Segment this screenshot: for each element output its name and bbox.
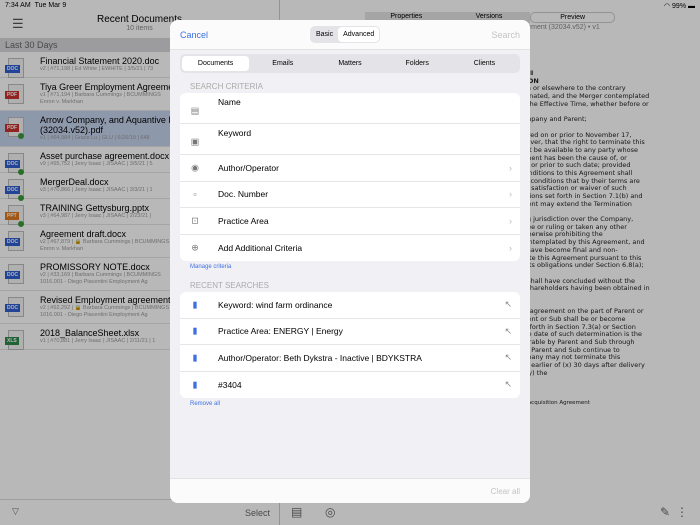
criteria-label: Doc. Number [218,189,268,199]
search-button[interactable]: Search [491,30,520,40]
arrow-up-left-icon[interactable]: ↖ [504,352,512,363]
plus-circle-icon: ⊕ [189,242,201,253]
practice-area-icon: ⊡ [189,215,201,226]
keyword-icon: ▣ [189,137,201,148]
search-mode-toggle: Basic Advanced [310,26,380,43]
document-icon: ▮ [189,352,201,363]
document-icon: ▮ [189,326,201,337]
advanced-search-dialog: Cancel Basic Advanced Search Documents E… [170,20,530,503]
arrow-up-left-icon[interactable]: ↖ [504,379,512,390]
tab-emails[interactable]: Emails [249,56,316,71]
recent-search-item[interactable]: ▮ Practice Area: ENERGY | Energy ↖ [180,319,520,346]
battery-level: 99% [672,3,686,10]
add-criteria-button[interactable]: ⊕ Add Additional Criteria › [180,235,520,262]
chevron-right-icon: › [509,243,512,253]
wifi-icon: ◠ [664,3,670,10]
manage-criteria-link[interactable]: Manage criteria [170,261,530,276]
criteria-label: Keyword [218,128,251,138]
arrow-up-left-icon[interactable]: ↖ [504,299,512,310]
criteria-label: Author/Operator [218,163,279,173]
tab-clients[interactable]: Clients [451,56,518,71]
cancel-button[interactable]: Cancel [180,30,208,40]
recent-search-label: Author/Operator: Beth Dykstra - Inactive… [218,353,422,363]
criteria-practice-area[interactable]: ⊡ Practice Area › [180,208,520,235]
clock: 7:34 AM [5,2,31,9]
chevron-right-icon: › [509,163,512,173]
name-field[interactable]: ▤ Name [180,93,520,124]
tab-matters[interactable]: Matters [316,56,383,71]
battery-icon: ▬ [688,3,695,10]
date: Tue Mar 9 [35,2,67,9]
recent-search-item[interactable]: ▮ Keyword: wind farm ordinance ↖ [180,292,520,319]
recent-search-label: #3404 [218,380,242,390]
recent-search-item[interactable]: ▮ #3404 ↖ [180,372,520,399]
recent-search-label: Practice Area: ENERGY | Energy [218,326,343,336]
criteria-label: Practice Area [218,216,269,226]
search-criteria-header: SEARCH CRITERIA [170,77,530,93]
dialog-footer: Clear all [170,478,530,503]
chevron-right-icon: › [509,189,512,199]
document-icon: ▮ [189,299,201,310]
arrow-up-left-icon[interactable]: ↖ [504,326,512,337]
document-icon: ▮ [189,379,201,390]
criteria-label: Name [218,97,241,107]
recent-searches-list: ▮ Keyword: wind farm ordinance ↖ ▮ Practice … [180,292,520,398]
mode-basic[interactable]: Basic [311,27,338,42]
status-bar: 7:34 AM Tue Mar 9 ◠ 99% ▬ [0,0,700,12]
tab-folders[interactable]: Folders [384,56,451,71]
mode-advanced[interactable]: Advanced [338,27,379,42]
document-icon: ▤ [189,106,201,117]
recent-search-label: Keyword: wind farm ordinance [218,300,332,310]
criteria-label: Add Additional Criteria [218,243,302,253]
person-icon: ◉ [189,162,201,173]
remove-all-link[interactable]: Remove all [170,398,530,413]
tab-documents[interactable]: Documents [182,56,249,71]
recent-search-item[interactable]: ▮ Author/Operator: Beth Dykstra - Inactiv… [180,345,520,372]
clear-all-button[interactable]: Clear all [491,487,520,496]
recent-searches-header: RECENT SEARCHES [170,276,530,292]
doc-number-icon: ▫ [189,189,201,199]
dialog-header: Cancel Basic Advanced Search [170,20,530,50]
search-scope-tabs: Documents Emails Matters Folders Clients [180,54,520,73]
criteria-author-operator[interactable]: ◉ Author/Operator › [180,155,520,182]
criteria-list: ▤ Name ▣ Keyword ◉ Author/Operator › ▫ Doc. N… [180,93,520,261]
keyword-field[interactable]: ▣ Keyword [180,124,520,155]
criteria-doc-number[interactable]: ▫ Doc. Number › [180,182,520,209]
chevron-right-icon: › [509,216,512,226]
